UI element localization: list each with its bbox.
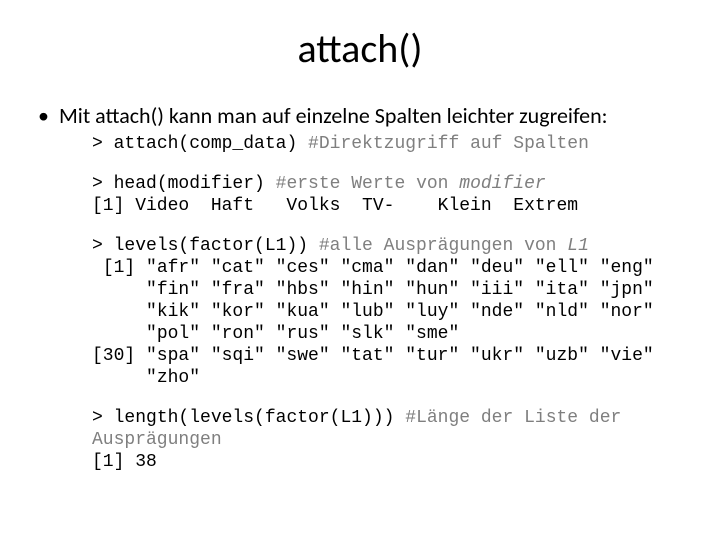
code-output: "pol" "ron" "rus" "slk" "sme"	[92, 323, 680, 345]
code-output: "fin" "fra" "hbs" "hin" "hun" "iii" "ita…	[92, 279, 680, 301]
code-line: > attach(comp_data) #Direktzugriff auf S…	[92, 133, 680, 155]
code-command: levels(factor(L1))	[114, 236, 319, 256]
bullet-text: Mit attach() kann man auf einzelne Spalt…	[59, 103, 608, 129]
code-comment-italic: L1	[567, 236, 589, 256]
code-block-head: > head(modifier) #erste Werte von modifi…	[92, 173, 680, 217]
prompt: >	[92, 174, 114, 194]
code-block-attach: > attach(comp_data) #Direktzugriff auf S…	[92, 133, 680, 155]
code-block-length: > length(levels(factor(L1))) #Länge der …	[92, 407, 680, 473]
code-command: attach(comp_data)	[114, 134, 308, 154]
code-comment-italic: modifier	[459, 174, 545, 194]
code-command: length(levels(factor(L1)))	[114, 408, 406, 428]
code-command: head(modifier)	[114, 174, 276, 194]
prompt: >	[92, 134, 114, 154]
code-block-levels: > levels(factor(L1)) #alle Ausprägungen …	[92, 235, 680, 389]
prompt: >	[92, 408, 114, 428]
bullet-row: • Mit attach() kann man auf einzelne Spa…	[38, 103, 680, 129]
code-output: [1] Video Haft Volks TV- Klein Extrem	[92, 195, 680, 217]
code-comment: #alle Ausprägungen von	[319, 236, 567, 256]
code-output: [30] "spa" "sqi" "swe" "tat" "tur" "ukr"…	[92, 345, 680, 367]
prompt: >	[92, 236, 114, 256]
code-line: > length(levels(factor(L1))) #Länge der …	[92, 407, 680, 451]
code-line: > levels(factor(L1)) #alle Ausprägungen …	[92, 235, 680, 257]
code-output: [1] "afr" "cat" "ces" "cma" "dan" "deu" …	[92, 257, 680, 279]
code-comment: #erste Werte von	[276, 174, 460, 194]
code-output: [1] 38	[92, 451, 680, 473]
code-comment: #Direktzugriff auf Spalten	[308, 134, 589, 154]
code-output: "kik" "kor" "kua" "lub" "luy" "nde" "nld…	[92, 301, 680, 323]
slide-title: attach()	[40, 24, 680, 73]
code-line: > head(modifier) #erste Werte von modifi…	[92, 173, 680, 195]
slide: attach() • Mit attach() kann man auf ein…	[0, 0, 720, 540]
code-output: "zho"	[92, 367, 680, 389]
bullet-dot-icon: •	[38, 103, 49, 129]
